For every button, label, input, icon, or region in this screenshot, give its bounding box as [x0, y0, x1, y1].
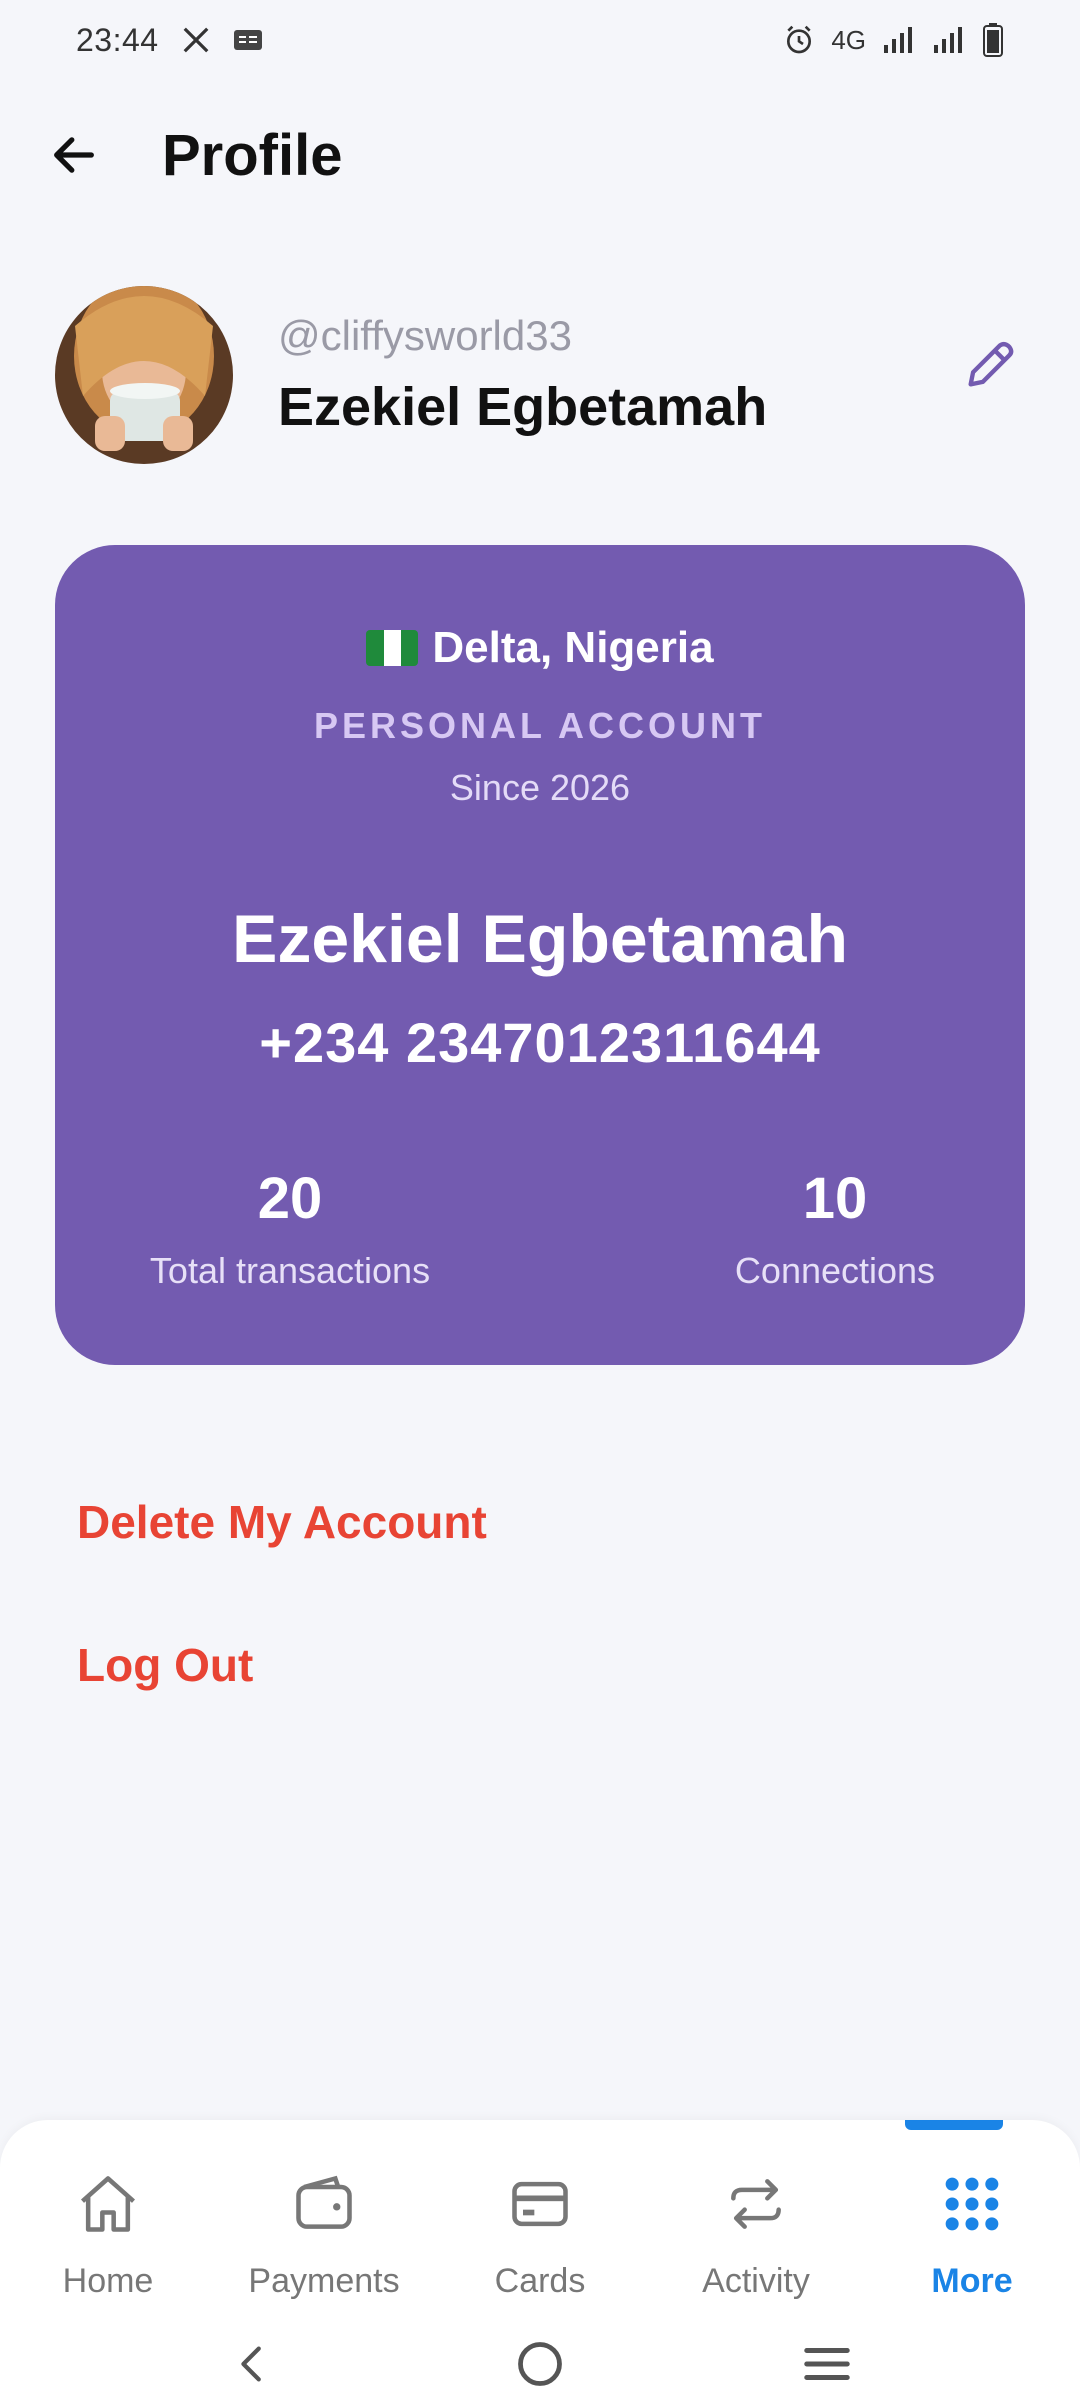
home-circle-icon [518, 2342, 562, 2386]
home-icon [72, 2168, 144, 2240]
member-since: Since 2026 [449, 767, 631, 808]
network-label: 4G [831, 24, 866, 55]
card-name: Ezekiel Egbetamah [231, 901, 849, 977]
grid-dots-icon [936, 2168, 1008, 2240]
system-nav [0, 2320, 1080, 2408]
nav-item-home[interactable]: Home [0, 2120, 216, 2320]
back-button[interactable] [46, 127, 102, 183]
stat-value: 10 [802, 1166, 868, 1231]
bottom-nav: Home Payments Cards Activity More [0, 2120, 1080, 2320]
delete-account-button[interactable]: Delete My Account [77, 1495, 487, 1549]
nav-label: Payments [248, 2262, 400, 2300]
system-home-button[interactable] [505, 2329, 575, 2399]
nav-item-more[interactable]: More [864, 2120, 1080, 2320]
stat-label: Connections [734, 1250, 936, 1291]
nav-label: Activity [702, 2262, 810, 2300]
account-card: Delta, Nigeria PERSONAL ACCOUNT Since 20… [55, 545, 1025, 1365]
account-type: PERSONAL ACCOUNT [313, 705, 767, 746]
avatar[interactable] [55, 286, 233, 464]
pencil-icon [968, 341, 1014, 387]
nav-label: Cards [494, 2262, 586, 2300]
nigeria-flag-icon [366, 630, 419, 666]
nav-item-payments[interactable]: Payments [216, 2120, 432, 2320]
ge-icon [233, 28, 263, 52]
battery-icon [982, 23, 1004, 57]
back-chevron-icon [241, 2346, 262, 2382]
header: Profile [0, 100, 1080, 210]
signal-icon [882, 25, 916, 55]
stat-label: Total transactions [149, 1250, 431, 1291]
stat-transactions: 20 Total transactions [135, 1165, 445, 1292]
nav-label: Home [62, 2262, 154, 2300]
x-logo-icon [181, 25, 211, 55]
arrow-left-icon [54, 137, 94, 173]
nav-item-cards[interactable]: Cards [432, 2120, 648, 2320]
location-label: Delta, Nigeria [432, 623, 714, 672]
edit-profile-button[interactable] [955, 330, 1025, 400]
card-icon [504, 2168, 576, 2240]
system-back-button[interactable] [218, 2329, 288, 2399]
username: @cliffysworld33 [278, 312, 572, 359]
signal-icon [932, 25, 966, 55]
card-phone: +234 2347012311644 [259, 1011, 821, 1074]
active-tab-indicator [905, 2120, 1003, 2130]
status-time: 23:44 [76, 21, 159, 58]
profile-summary: @cliffysworld33 Ezekiel Egbetamah [55, 285, 1025, 465]
full-name: Ezekiel Egbetamah [278, 377, 768, 437]
nav-label: More [931, 2262, 1013, 2300]
alarm-icon [783, 24, 815, 56]
system-menu-button[interactable] [792, 2329, 862, 2399]
logout-button[interactable]: Log Out [77, 1638, 253, 1692]
repeat-icon [720, 2168, 792, 2240]
stat-value: 20 [257, 1166, 323, 1231]
stat-connections: 10 Connections [715, 1165, 955, 1292]
page-title: Profile [162, 122, 343, 188]
status-bar: 23:44 4G [0, 0, 1080, 80]
location: Delta, Nigeria [55, 623, 1025, 673]
nav-item-activity[interactable]: Activity [648, 2120, 864, 2320]
wallet-icon [288, 2168, 360, 2240]
menu-lines-icon [803, 2348, 850, 2380]
